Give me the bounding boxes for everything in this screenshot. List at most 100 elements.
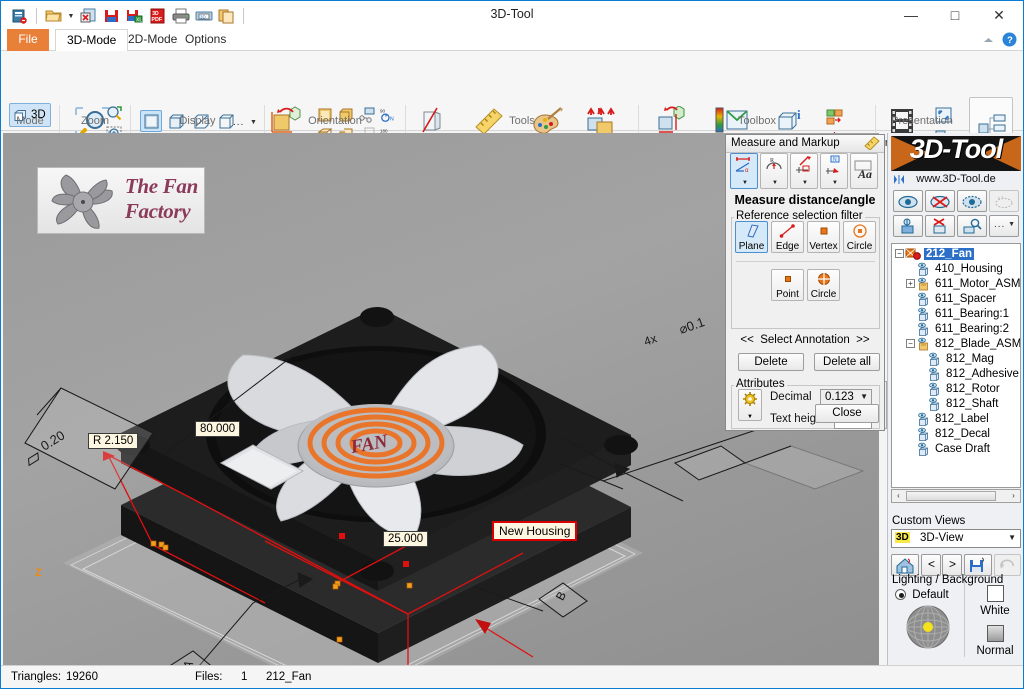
tree-item-812-adhesive[interactable]: 812_Adhesive xyxy=(916,366,1019,381)
scroll-right-arrow[interactable]: › xyxy=(1007,490,1020,502)
next-view-button[interactable]: > xyxy=(942,554,962,576)
hide-part-button[interactable] xyxy=(925,215,955,237)
part-icon[interactable] xyxy=(916,292,933,306)
hide-all-button[interactable] xyxy=(925,190,955,212)
tree-item-case-draft[interactable]: Case Draft xyxy=(905,441,990,456)
bg-white-swatch[interactable] xyxy=(987,585,1004,602)
bg-normal-swatch[interactable] xyxy=(987,625,1004,642)
annotation-radius[interactable]: R 2.150 xyxy=(88,433,138,449)
markup-symbol-tool[interactable]: N ▼ xyxy=(820,153,848,189)
attributes-dropdown-arrow[interactable]: ▼ xyxy=(747,414,753,420)
export-3d-pdf-icon[interactable]: 3DPDF xyxy=(147,6,168,27)
filter-point-button[interactable]: Point xyxy=(771,269,804,301)
lighting-default-radio-row[interactable]: Default xyxy=(895,589,949,601)
bg-white-option[interactable]: White xyxy=(975,585,1015,617)
part-icon[interactable] xyxy=(927,382,944,396)
open-folder-icon[interactable] xyxy=(43,6,64,27)
chevron-down-icon-3[interactable]: ▼ xyxy=(1008,533,1016,542)
tree-item-212-fan[interactable]: −212_Fan xyxy=(894,246,974,261)
chevron-down-icon[interactable]: ▼ xyxy=(860,392,868,401)
copy-to-clipboard-icon[interactable] xyxy=(216,6,237,27)
tree-item-812-decal[interactable]: 812_Decal xyxy=(905,426,990,441)
assembly-icon[interactable] xyxy=(916,277,933,291)
save-as-icon[interactable]: XL xyxy=(124,6,145,27)
annotation-new-housing[interactable]: New Housing xyxy=(492,521,577,541)
tool-dropdown-arrow-3[interactable]: ▼ xyxy=(802,180,808,186)
save-icon[interactable] xyxy=(101,6,122,27)
isolate-part-button[interactable] xyxy=(893,215,923,237)
tree-expander[interactable]: − xyxy=(895,249,904,258)
light-sphere-icon[interactable] xyxy=(904,604,952,653)
undo-view-button[interactable] xyxy=(994,554,1021,576)
ghost-parts-button[interactable] xyxy=(989,190,1019,212)
home-view-button[interactable] xyxy=(891,554,919,576)
select-annotation-prev[interactable]: << xyxy=(740,334,753,346)
part-icon[interactable] xyxy=(916,307,933,321)
tree-item-812-mag[interactable]: 812_Mag xyxy=(916,351,994,366)
more-options-button[interactable]: ... ▼ xyxy=(989,215,1019,237)
delete-button[interactable]: Delete xyxy=(738,353,804,371)
tool-dropdown-arrow-4[interactable]: ▼ xyxy=(832,180,838,186)
save-view-button[interactable] xyxy=(964,554,992,576)
part-icon[interactable] xyxy=(916,427,933,441)
measure-radius-tool[interactable]: R ▼ xyxy=(760,153,788,189)
prev-view-button[interactable]: < xyxy=(921,554,941,576)
part-icon[interactable] xyxy=(916,262,933,276)
tree-item-611-spacer[interactable]: 611_Spacer xyxy=(905,291,996,306)
text-annotation-tool[interactable]: Aa xyxy=(850,153,878,189)
show-all-button[interactable] xyxy=(893,190,923,212)
tree-expander[interactable]: + xyxy=(906,279,915,288)
filter-plane-button[interactable]: Plane xyxy=(735,221,768,253)
help-icon[interactable]: ? xyxy=(1002,32,1017,50)
tree-item-812-label[interactable]: 812_Label xyxy=(905,411,989,426)
tree-item-812-rotor[interactable]: 812_Rotor xyxy=(916,381,1000,396)
print-preview-icon[interactable]: 3D xyxy=(193,6,214,27)
filter-circle-button[interactable]: Circle xyxy=(843,221,876,253)
measure-tolerance-tool[interactable]: ▼ xyxy=(790,153,818,189)
tree-horizontal-scrollbar[interactable]: ‹ › xyxy=(891,489,1021,503)
minimize-ribbon-icon[interactable] xyxy=(982,33,995,49)
model-tree[interactable]: −212_Fan410_Housing+611_Motor_ASM611_Spa… xyxy=(891,243,1021,488)
tree-item-410-housing[interactable]: 410_Housing xyxy=(905,261,1003,276)
assembly-icon[interactable] xyxy=(916,337,933,351)
menu-tab-file[interactable]: File xyxy=(7,29,49,51)
minimize-button[interactable]: — xyxy=(889,1,933,29)
filter-edge-button[interactable]: Edge xyxy=(771,221,804,253)
tree-expander[interactable]: − xyxy=(906,339,915,348)
scroll-left-arrow[interactable]: ‹ xyxy=(892,490,905,502)
tree-item-611-motor-asm[interactable]: +611_Motor_ASM xyxy=(905,276,1020,291)
lighting-default-radio[interactable] xyxy=(895,589,906,600)
maximize-button[interactable]: □ xyxy=(933,1,977,29)
assembly-root-icon[interactable] xyxy=(905,247,922,261)
filter-circle-center-button[interactable]: Circle xyxy=(807,269,840,301)
measure-distance-angle-tool[interactable]: α ▼ xyxy=(730,153,758,189)
annotation-dim-25[interactable]: 25.000 xyxy=(383,531,428,547)
part-icon[interactable] xyxy=(927,352,944,366)
website-url[interactable]: www.3D-Tool.de xyxy=(891,173,1021,187)
find-part-button[interactable] xyxy=(957,215,987,237)
annotation-dim-80[interactable]: 80.000 xyxy=(195,421,240,437)
close-file-icon[interactable] xyxy=(78,6,99,27)
bg-normal-option[interactable]: Normal xyxy=(975,625,1015,657)
tool-dropdown-arrow-1[interactable]: ▼ xyxy=(742,180,748,186)
tool-dropdown-arrow-2[interactable]: ▼ xyxy=(772,180,778,186)
print-icon[interactable] xyxy=(170,6,191,27)
select-annotation-next[interactable]: >> xyxy=(856,334,869,346)
tree-item-611-bearing-2[interactable]: 611_Bearing:2 xyxy=(905,321,1009,336)
menu-tab-options[interactable]: Options xyxy=(174,29,237,51)
open-dropdown-arrow[interactable]: ▼ xyxy=(66,13,76,20)
close-button[interactable]: ✕ xyxy=(977,1,1021,29)
attributes-settings-button[interactable]: ▼ xyxy=(738,389,762,421)
tree-item-812-shaft[interactable]: 812_Shaft xyxy=(916,396,998,411)
filter-vertex-button[interactable]: Vertex xyxy=(807,221,840,253)
part-icon[interactable] xyxy=(916,412,933,426)
part-icon[interactable] xyxy=(927,367,944,381)
invert-visibility-button[interactable] xyxy=(957,190,987,212)
close-panel-button[interactable]: Close xyxy=(815,404,879,423)
new-document-icon[interactable] xyxy=(9,6,30,27)
scroll-thumb[interactable] xyxy=(906,491,996,501)
tree-item-611-bearing-1[interactable]: 611_Bearing:1 xyxy=(905,306,1009,321)
part-icon[interactable] xyxy=(916,442,933,456)
delete-all-button[interactable]: Delete all xyxy=(814,353,880,371)
custom-view-combo[interactable]: 3D 3D-View ▼ xyxy=(891,529,1021,548)
